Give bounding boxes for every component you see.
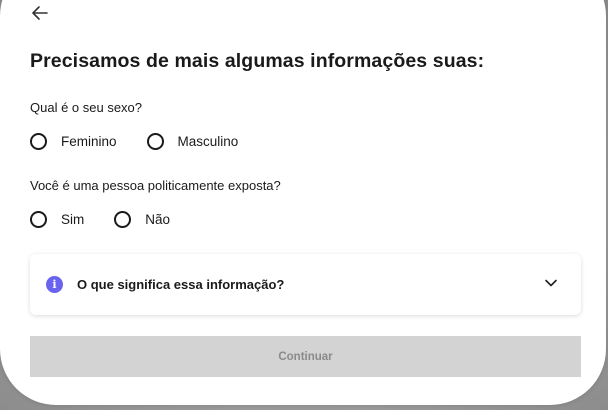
page-title: Precisamos de mais algumas informações s… [30, 50, 485, 72]
info-icon: i [46, 276, 63, 293]
pep-option-sim[interactable]: Sim [30, 211, 84, 228]
sex-question: Qual é o seu sexo? [30, 100, 143, 115]
radio-label: Sim [61, 212, 85, 227]
pep-option-nao[interactable]: Não [114, 211, 170, 228]
pep-question: Você é uma pessoa politicamente exposta? [30, 178, 281, 193]
radio-button[interactable] [30, 211, 47, 228]
radio-label: Masculino [177, 134, 239, 149]
arrow-left-icon [32, 6, 48, 20]
continue-button[interactable]: Continuar [30, 336, 581, 377]
radio-button[interactable] [114, 211, 132, 228]
radio-button[interactable] [30, 133, 47, 150]
additional-info-modal: Precisamos de mais algumas informações s… [0, 0, 606, 405]
sex-option-masculino[interactable]: Masculino [146, 133, 239, 150]
sex-option-feminino[interactable]: Feminino [30, 133, 117, 150]
info-accordion-label: O que significa essa informação? [77, 277, 285, 292]
chevron-down-icon[interactable] [545, 279, 557, 287]
radio-button[interactable] [146, 133, 164, 150]
back-button[interactable] [31, 5, 49, 21]
sex-radio-group: Feminino Masculino [30, 133, 268, 150]
pep-radio-group: Sim Não [30, 211, 200, 228]
radio-label: Não [145, 212, 171, 227]
info-accordion[interactable]: i O que significa essa informação? [30, 254, 581, 315]
radio-label: Feminino [61, 134, 117, 149]
